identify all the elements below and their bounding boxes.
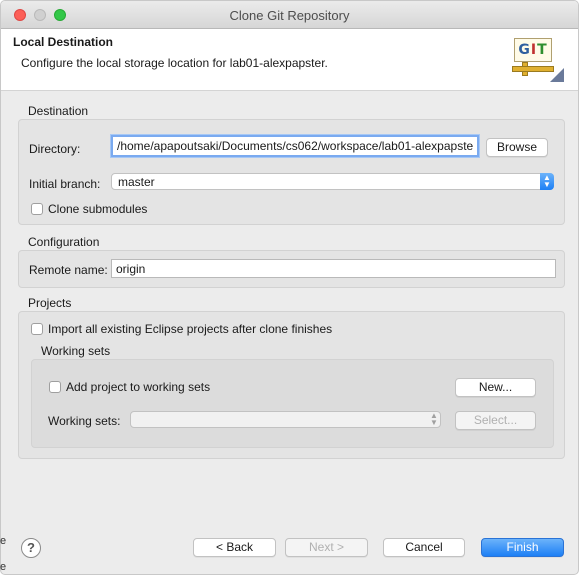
projects-group-label: Projects — [28, 296, 72, 310]
import-projects-label: Import all existing Eclipse projects aft… — [48, 322, 333, 336]
browse-button[interactable]: Browse — [486, 138, 548, 157]
add-to-working-sets-label: Add project to working sets — [66, 380, 211, 394]
cancel-button[interactable]: Cancel — [383, 538, 465, 557]
initial-branch-value: master — [118, 175, 155, 189]
working-sets-select[interactable]: ▲ ▼ — [130, 411, 441, 428]
working-sets-label: Working sets: — [48, 414, 121, 428]
remote-name-label: Remote name: — [29, 263, 108, 277]
remote-name-input[interactable]: origin — [111, 259, 556, 278]
updown-chevron-icon: ▲ ▼ — [540, 173, 554, 190]
working-sets-group-label: Working sets — [41, 344, 111, 358]
git-logo-icon: GIT — [512, 36, 564, 82]
wizard-header: Local Destination Configure the local st… — [1, 29, 578, 91]
configuration-group-label: Configuration — [28, 235, 100, 249]
configuration-group: Remote name: origin — [18, 250, 565, 288]
finish-button[interactable]: Finish — [481, 538, 564, 557]
page-description: Configure the local storage location for… — [21, 56, 328, 70]
git-logo-paper: GIT — [514, 38, 552, 62]
git-logo-corner — [550, 68, 564, 82]
projects-group: Import all existing Eclipse projects aft… — [18, 311, 565, 459]
add-to-working-sets-checkbox[interactable] — [49, 381, 61, 393]
working-sets-group: Add project to working sets New... Worki… — [31, 359, 554, 448]
initial-branch-select[interactable]: master ▲ ▼ — [111, 173, 554, 190]
help-icon[interactable]: ? — [21, 538, 41, 558]
new-working-set-button[interactable]: New... — [455, 378, 536, 397]
select-working-sets-button[interactable]: Select... — [455, 411, 536, 430]
directory-input[interactable]: /home/apapoutsaki/Documents/cs062/worksp… — [111, 135, 479, 157]
next-button[interactable]: Next > — [285, 538, 368, 557]
git-logo-bar — [512, 66, 554, 72]
background-edge-text: e — [0, 535, 7, 547]
directory-label: Directory: — [29, 142, 81, 156]
clone-submodules-checkbox[interactable] — [31, 203, 43, 215]
initial-branch-label: Initial branch: — [29, 177, 101, 191]
updown-chevron-icon: ▲ ▼ — [430, 411, 438, 427]
title-bar: Clone Git Repository — [1, 1, 578, 29]
back-button[interactable]: < Back — [193, 538, 276, 557]
background-edge-text: e — [0, 561, 7, 573]
import-projects-checkbox[interactable] — [31, 323, 43, 335]
clone-submodules-label: Clone submodules — [48, 202, 148, 216]
destination-group: Directory: /home/apapoutsaki/Documents/c… — [18, 119, 565, 225]
window-title: Clone Git Repository — [229, 8, 350, 23]
destination-group-label: Destination — [28, 104, 89, 118]
clone-git-repository-window: Clone Git Repository Local Destination C… — [0, 0, 579, 575]
page-title: Local Destination — [13, 35, 114, 49]
